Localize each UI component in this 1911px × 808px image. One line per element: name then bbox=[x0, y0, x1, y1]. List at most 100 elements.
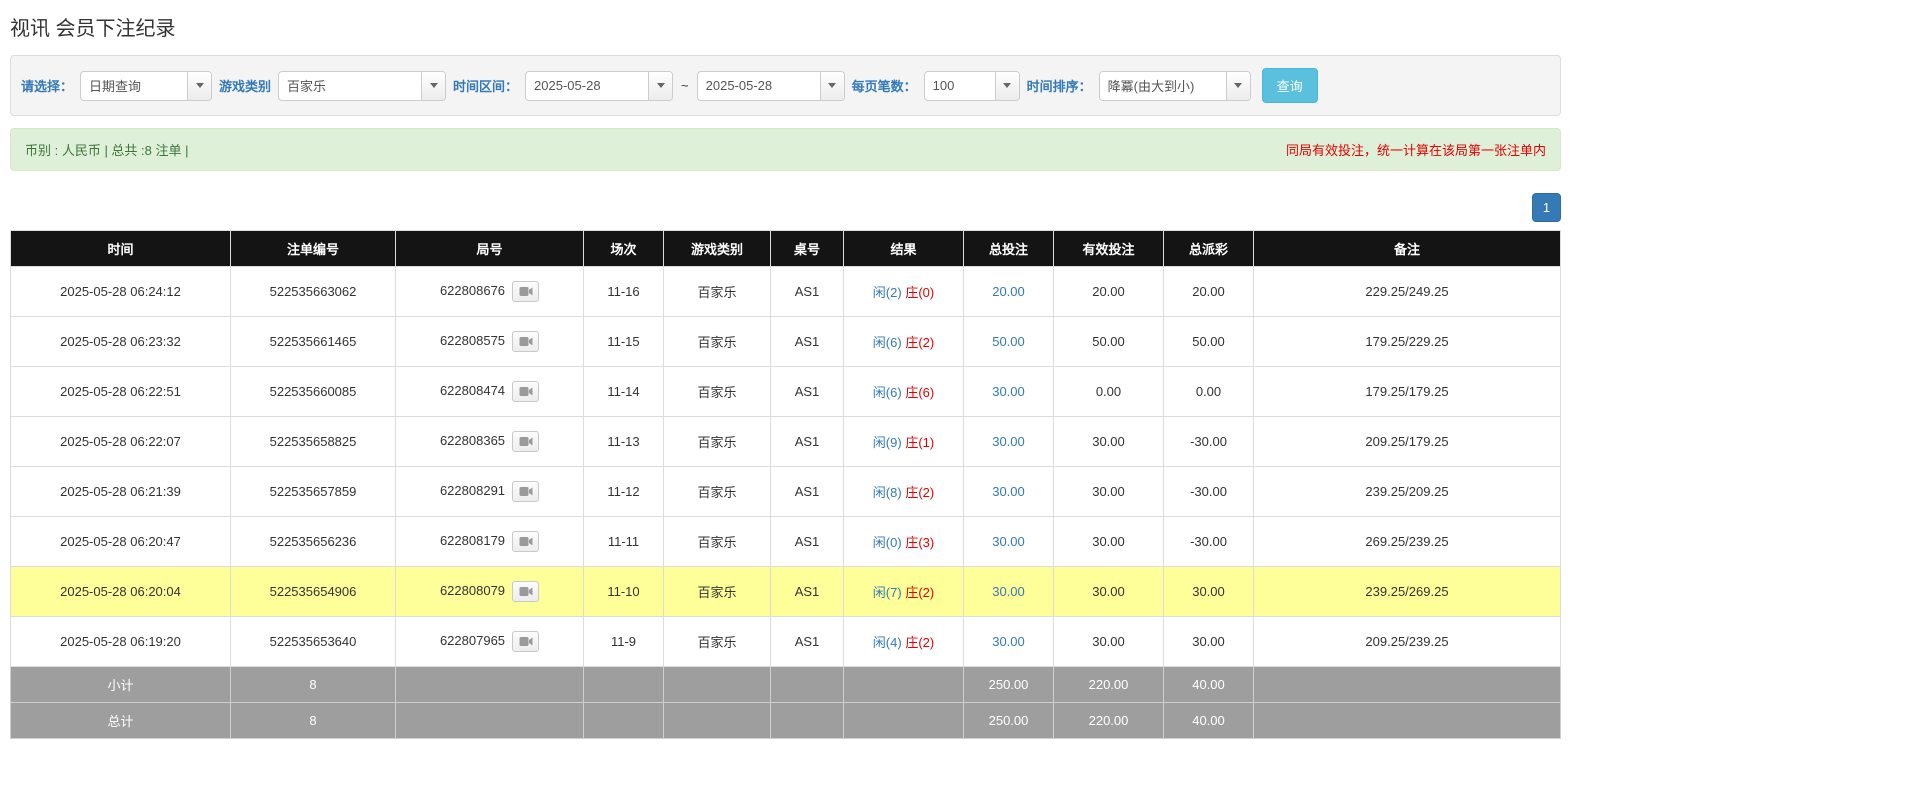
chevron-down-icon[interactable] bbox=[421, 72, 445, 100]
cell-time: 2025-05-28 06:24:12 bbox=[11, 267, 231, 317]
cell-valid-bet: 30.00 bbox=[1054, 417, 1164, 467]
cell-payout: 20.00 bbox=[1164, 267, 1254, 317]
cell-round: 622808676 bbox=[396, 267, 584, 317]
cell-note: 239.25/269.25 bbox=[1254, 567, 1561, 617]
cell-game-type: 百家乐 bbox=[664, 317, 771, 367]
header-result: 结果 bbox=[844, 231, 964, 267]
video-replay-button[interactable] bbox=[512, 381, 539, 402]
result-player: 闲(8) bbox=[873, 485, 902, 500]
header-session: 场次 bbox=[584, 231, 664, 267]
chevron-down-icon[interactable] bbox=[648, 72, 672, 100]
cell-game-type: 百家乐 bbox=[664, 467, 771, 517]
sort-order-value: 降冪(由大到小) bbox=[1100, 72, 1226, 100]
total-bet-link[interactable]: 50.00 bbox=[992, 334, 1025, 349]
page-1-button[interactable]: 1 bbox=[1532, 193, 1561, 222]
date-from-field[interactable]: 2025-05-28 bbox=[525, 71, 673, 101]
total-bet-link[interactable]: 30.00 bbox=[992, 584, 1025, 599]
total-empty-cell bbox=[664, 703, 771, 739]
sort-order-select[interactable]: 降冪(由大到小) bbox=[1099, 71, 1251, 101]
subtotal-empty-cell bbox=[584, 667, 664, 703]
chevron-down-icon[interactable] bbox=[1226, 72, 1250, 100]
cell-table-no: AS1 bbox=[771, 317, 844, 367]
result-banker: 庄(1) bbox=[905, 435, 934, 450]
total-bet-link[interactable]: 30.00 bbox=[992, 534, 1025, 549]
cell-time: 2025-05-28 06:21:39 bbox=[11, 467, 231, 517]
cell-valid-bet: 30.00 bbox=[1054, 517, 1164, 567]
total-bet-link[interactable]: 30.00 bbox=[992, 634, 1025, 649]
table-row: 2025-05-28 06:21:39522535657859 622808291… bbox=[11, 467, 1561, 517]
video-camera-icon bbox=[519, 536, 533, 547]
cell-table-no: AS1 bbox=[771, 517, 844, 567]
cell-valid-bet: 30.00 bbox=[1054, 567, 1164, 617]
video-camera-icon bbox=[519, 636, 533, 647]
cell-round: 622808179 bbox=[396, 517, 584, 567]
result-player: 闲(4) bbox=[873, 635, 902, 650]
cell-bet-id: 522535658825 bbox=[231, 417, 396, 467]
total-bet-link[interactable]: 20.00 bbox=[992, 284, 1025, 299]
video-replay-button[interactable] bbox=[512, 431, 539, 452]
subtotal-empty-cell bbox=[396, 667, 584, 703]
cell-game-type: 百家乐 bbox=[664, 517, 771, 567]
sort-order-label: 时间排序： bbox=[1027, 76, 1092, 95]
subtotal-valid-bet: 220.00 bbox=[1054, 667, 1164, 703]
result-player: 闲(6) bbox=[873, 335, 902, 350]
cell-time: 2025-05-28 06:22:51 bbox=[11, 367, 231, 417]
round-number: 622808179 bbox=[440, 533, 505, 548]
subtotal-label: 小计 bbox=[11, 667, 231, 703]
cell-payout: -30.00 bbox=[1164, 467, 1254, 517]
page-title: 视讯 会员下注纪录 bbox=[10, 12, 1561, 41]
tilde-separator: ~ bbox=[680, 78, 690, 93]
cell-round: 622808575 bbox=[396, 317, 584, 367]
cell-bet-id: 522535657859 bbox=[231, 467, 396, 517]
page-size-select[interactable]: 100 bbox=[924, 71, 1020, 101]
round-number: 622808474 bbox=[440, 383, 505, 398]
total-label: 总计 bbox=[11, 703, 231, 739]
cell-total-bet: 30.00 bbox=[964, 517, 1054, 567]
cell-session: 11-10 bbox=[584, 567, 664, 617]
round-number: 622808291 bbox=[440, 483, 505, 498]
video-replay-button[interactable] bbox=[512, 281, 539, 302]
video-replay-button[interactable] bbox=[512, 631, 539, 652]
query-type-select[interactable]: 日期查询 bbox=[80, 71, 212, 101]
total-bet-link[interactable]: 30.00 bbox=[992, 384, 1025, 399]
game-type-select[interactable]: 百家乐 bbox=[278, 71, 446, 101]
chevron-down-icon[interactable] bbox=[995, 72, 1019, 100]
subtotal-empty-cell bbox=[664, 667, 771, 703]
cell-table-no: AS1 bbox=[771, 417, 844, 467]
cell-time: 2025-05-28 06:20:47 bbox=[11, 517, 231, 567]
total-empty-cell bbox=[771, 703, 844, 739]
cell-round: 622808079 bbox=[396, 567, 584, 617]
chevron-down-icon[interactable] bbox=[187, 72, 211, 100]
video-camera-icon bbox=[519, 286, 533, 297]
cell-table-no: AS1 bbox=[771, 567, 844, 617]
cell-total-bet: 30.00 bbox=[964, 367, 1054, 417]
query-type-label: 请选择： bbox=[21, 76, 73, 95]
total-bet-link[interactable]: 30.00 bbox=[992, 484, 1025, 499]
cell-table-no: AS1 bbox=[771, 367, 844, 417]
chevron-down-icon[interactable] bbox=[820, 72, 844, 100]
subtotal-payout: 40.00 bbox=[1164, 667, 1254, 703]
total-empty-cell bbox=[396, 703, 584, 739]
video-camera-icon bbox=[519, 336, 533, 347]
date-to-field[interactable]: 2025-05-28 bbox=[697, 71, 845, 101]
video-replay-button[interactable] bbox=[512, 331, 539, 352]
search-button[interactable]: 查询 bbox=[1262, 68, 1318, 103]
header-payout: 总派彩 bbox=[1164, 231, 1254, 267]
cell-game-type: 百家乐 bbox=[664, 417, 771, 467]
video-replay-button[interactable] bbox=[512, 581, 539, 602]
cell-time: 2025-05-28 06:23:32 bbox=[11, 317, 231, 367]
cell-note: 239.25/209.25 bbox=[1254, 467, 1561, 517]
header-table-no: 桌号 bbox=[771, 231, 844, 267]
pagination: 1 bbox=[10, 193, 1561, 222]
video-replay-button[interactable] bbox=[512, 531, 539, 552]
video-replay-button[interactable] bbox=[512, 481, 539, 502]
subtotal-total-bet: 250.00 bbox=[964, 667, 1054, 703]
date-from-value: 2025-05-28 bbox=[526, 72, 648, 100]
video-camera-icon bbox=[519, 386, 533, 397]
total-bet-link[interactable]: 30.00 bbox=[992, 434, 1025, 449]
game-type-label: 游戏类别 bbox=[219, 76, 271, 95]
table-row: 2025-05-28 06:19:20522535653640622807965… bbox=[11, 617, 1561, 667]
round-number: 622808676 bbox=[440, 283, 505, 298]
cell-total-bet: 20.00 bbox=[964, 267, 1054, 317]
cell-round: 622808474 bbox=[396, 367, 584, 417]
